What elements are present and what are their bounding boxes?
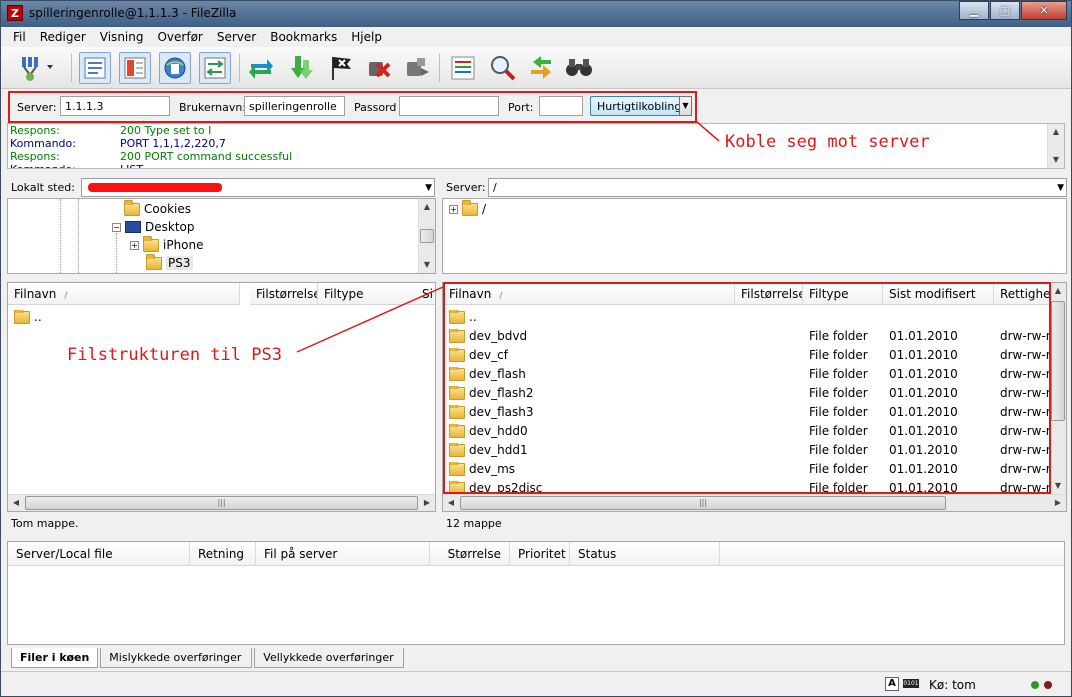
filezilla-window: Z spilleringenrolle@1.1.1.3 - FileZilla … bbox=[0, 0, 1072, 697]
annotation-connect: Koble seg mot server bbox=[725, 132, 930, 152]
annotation-structure: Filstrukturen til PS3 bbox=[67, 345, 282, 365]
